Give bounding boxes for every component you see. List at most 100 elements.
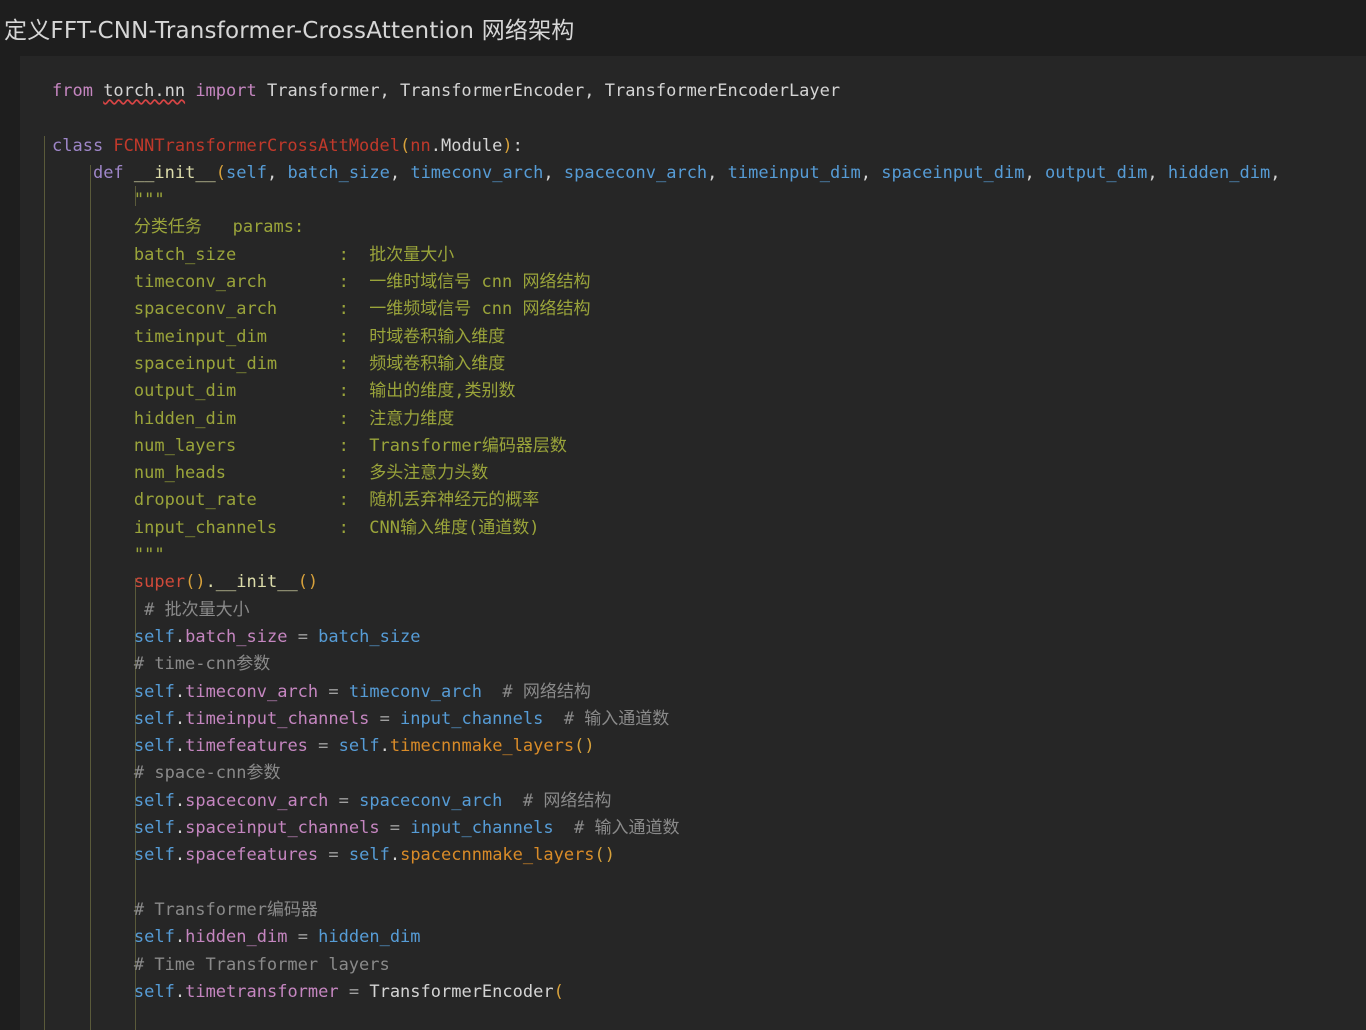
code-token: timeinput_dim bbox=[727, 162, 861, 183]
code-line[interactable]: hidden_dim : 注意力维度 bbox=[20, 406, 1366, 433]
code-token: = bbox=[379, 818, 411, 839]
code-line[interactable]: # Time Transformer layers bbox=[20, 952, 1366, 979]
code-line[interactable]: # 批次量大小 bbox=[20, 597, 1366, 624]
code-token: output_dim : 输出的维度,类别数 bbox=[52, 381, 516, 402]
code-token: spacefeatures bbox=[185, 845, 319, 866]
code-token: , bbox=[707, 162, 728, 183]
code-token: , bbox=[1270, 162, 1281, 183]
code-line[interactable]: spaceconv_arch : 一维频域信号 cnn 网络结构 bbox=[20, 296, 1366, 323]
code-token: # 批次量大小 bbox=[52, 599, 250, 620]
code-line[interactable]: timeinput_dim : 时域卷积输入维度 bbox=[20, 324, 1366, 351]
code-line[interactable]: def __init__(self, batch_size, timeconv_… bbox=[20, 160, 1366, 187]
code-token: # 网络结构 bbox=[502, 790, 612, 811]
code-line[interactable]: # Transformer编码器 bbox=[20, 897, 1366, 924]
code-token: . bbox=[174, 681, 186, 702]
code-token: timecnnmake_layers bbox=[389, 736, 575, 757]
code-line[interactable]: self.timefeatures = self.timecnnmake_lay… bbox=[20, 733, 1366, 760]
code-line[interactable]: self.hidden_dim = hidden_dim bbox=[20, 924, 1366, 951]
code-token: . bbox=[174, 708, 186, 729]
code-line[interactable] bbox=[20, 870, 1366, 897]
code-token: # Time Transformer layers bbox=[52, 954, 390, 975]
code-line[interactable]: self.spaceinput_channels = input_channel… bbox=[20, 815, 1366, 842]
code-line[interactable]: # time-cnn参数 bbox=[20, 651, 1366, 678]
code-token: . bbox=[174, 818, 186, 839]
code-token: . bbox=[174, 927, 186, 948]
code-token: # 输入通道数 bbox=[553, 818, 680, 839]
code-token: batch_size : 批次量大小 bbox=[52, 244, 455, 265]
code-token: 分类任务 params: bbox=[52, 217, 305, 238]
code-line[interactable]: num_layers : Transformer编码器层数 bbox=[20, 433, 1366, 460]
code-token: hidden_dim : 注意力维度 bbox=[52, 408, 455, 429]
code-line[interactable]: self.spaceconv_arch = spaceconv_arch # 网… bbox=[20, 788, 1366, 815]
code-token: """ bbox=[52, 190, 165, 211]
code-token: . bbox=[379, 736, 390, 757]
code-token: input_channels : CNN输入维度(通道数) bbox=[52, 517, 540, 538]
code-token: timeconv_arch bbox=[185, 681, 319, 702]
code-token: timeinput_dim : 时域卷积输入维度 bbox=[52, 326, 506, 347]
code-token: """ bbox=[52, 545, 165, 566]
code-line[interactable]: self.batch_size = batch_size bbox=[20, 624, 1366, 651]
code-line[interactable]: num_heads : 多头注意力头数 bbox=[20, 460, 1366, 487]
code-token: = bbox=[287, 927, 319, 948]
page-title: 定义FFT-CNN-Transformer-CrossAttention 网络架… bbox=[4, 18, 575, 44]
code-token: timetransformer bbox=[185, 981, 339, 1002]
code-line[interactable]: self.timeconv_arch = timeconv_arch # 网络结… bbox=[20, 679, 1366, 706]
code-line[interactable]: self.spacefeatures = self.spacecnnmake_l… bbox=[20, 842, 1366, 869]
code-token: timeconv_arch : 一维时域信号 cnn 网络结构 bbox=[52, 272, 591, 293]
code-token: () bbox=[297, 572, 319, 593]
code-line[interactable]: dropout_rate : 随机丢弃神经元的概率 bbox=[20, 487, 1366, 514]
code-token: self bbox=[133, 708, 175, 729]
code-token: spaceconv_arch bbox=[185, 790, 329, 811]
code-token: output_dim bbox=[1044, 162, 1148, 183]
code-token: ( bbox=[553, 981, 564, 1002]
code-token: .__init__ bbox=[205, 572, 298, 593]
code-line[interactable]: super().__init__() bbox=[20, 569, 1366, 596]
code-token: # Transformer编码器 bbox=[52, 899, 318, 920]
code-token: self bbox=[226, 162, 267, 183]
code-editor-pane[interactable]: from torch.nn import Transformer, Transf… bbox=[20, 56, 1366, 1030]
code-line[interactable]: self.timeinput_channels = input_channels… bbox=[20, 706, 1366, 733]
code-token: , bbox=[860, 162, 882, 183]
code-line[interactable]: output_dim : 输出的维度,类别数 bbox=[20, 378, 1366, 405]
code-token: . bbox=[174, 626, 186, 647]
code-line[interactable]: class FCNNTransformerCrossAttModel(nn.Mo… bbox=[20, 133, 1366, 160]
code-token: . bbox=[174, 736, 186, 757]
code-line[interactable]: spaceinput_dim : 频域卷积输入维度 bbox=[20, 351, 1366, 378]
code-token: TransformerEncoder bbox=[369, 981, 554, 1002]
code-token: timeconv_arch bbox=[348, 681, 482, 702]
code-token: self bbox=[133, 736, 175, 757]
code-token: num_layers : Transformer编码器层数 bbox=[52, 435, 567, 456]
code-line[interactable]: input_channels : CNN输入维度(通道数) bbox=[20, 515, 1366, 542]
code-token: . bbox=[174, 981, 186, 1002]
page-header: 定义FFT-CNN-Transformer-CrossAttention 网络架… bbox=[0, 0, 1366, 56]
code-line[interactable]: batch_size : 批次量大小 bbox=[20, 242, 1366, 269]
code-token: = bbox=[369, 708, 401, 729]
code-line[interactable]: """ bbox=[20, 542, 1366, 569]
code-line[interactable]: # space-cnn参数 bbox=[20, 760, 1366, 787]
code-block: from torch.nn import Transformer, Transf… bbox=[20, 56, 1366, 1006]
code-token: batch_size bbox=[185, 626, 288, 647]
code-token: batch_size bbox=[287, 162, 390, 183]
code-token: self bbox=[133, 626, 175, 647]
code-token: from bbox=[52, 81, 104, 101]
code-token: . bbox=[174, 845, 186, 866]
code-token: . bbox=[174, 790, 186, 811]
code-token: hidden_dim bbox=[1167, 162, 1271, 183]
code-line[interactable]: """ bbox=[20, 187, 1366, 214]
code-token: self bbox=[133, 927, 175, 948]
code-line[interactable]: self.timetransformer = TransformerEncode… bbox=[20, 979, 1366, 1006]
code-line[interactable]: timeconv_arch : 一维时域信号 cnn 网络结构 bbox=[20, 269, 1366, 296]
code-line[interactable]: 分类任务 params: bbox=[20, 214, 1366, 241]
code-token: self bbox=[133, 681, 175, 702]
code-token: self bbox=[338, 736, 380, 757]
code-token: () bbox=[594, 845, 616, 866]
code-token: ( bbox=[400, 135, 411, 156]
code-line[interactable]: from torch.nn import Transformer, Transf… bbox=[20, 78, 1366, 105]
code-token: . bbox=[389, 845, 401, 866]
code-token: spaceconv_arch bbox=[563, 162, 708, 183]
code-line[interactable] bbox=[20, 105, 1366, 132]
